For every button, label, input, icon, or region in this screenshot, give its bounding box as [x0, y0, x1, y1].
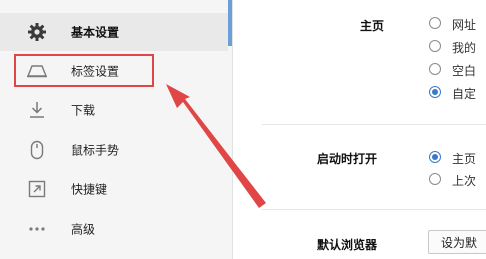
- annotation-arrow: [166, 84, 266, 208]
